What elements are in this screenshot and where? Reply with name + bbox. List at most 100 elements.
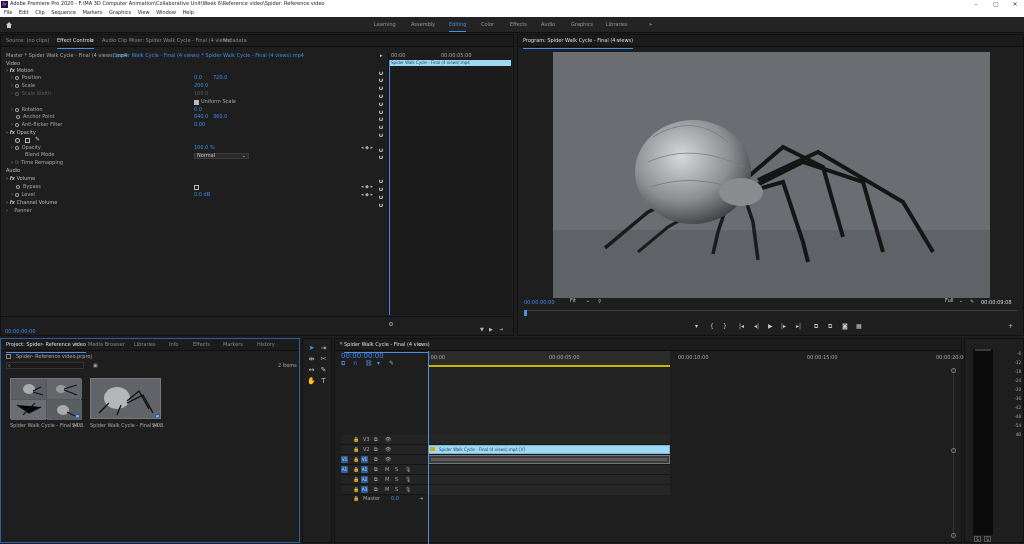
solo-right-button[interactable]: S (984, 536, 991, 542)
stopwatch-icon[interactable] (16, 115, 20, 119)
scroll-handle-icon[interactable] (951, 368, 956, 373)
hand-tool-icon[interactable]: ✋ (307, 377, 316, 386)
panel-menu-icon[interactable]: ≡ (90, 38, 94, 44)
solo-button[interactable]: S (395, 477, 398, 483)
step-forward-icon[interactable]: |▸ (781, 323, 786, 330)
sync-lock-icon[interactable]: ⧉ (374, 457, 378, 463)
workspace-libraries[interactable]: Libraries (606, 22, 628, 28)
lift-icon[interactable]: ⧉ (814, 323, 818, 331)
reset-icon[interactable] (379, 133, 383, 137)
reset-icon[interactable] (379, 203, 383, 207)
slip-tool-icon[interactable]: ↔ (307, 366, 316, 375)
tab-media-browser[interactable]: Media Browser (88, 342, 125, 348)
workspace-learning[interactable]: Learning (374, 22, 396, 28)
wrench-icon[interactable]: ✎ (970, 299, 974, 305)
source-patch-a1[interactable]: A1 (341, 466, 348, 473)
rotation-value[interactable]: 0.0 (194, 107, 202, 114)
menu-clip[interactable]: Clip (35, 10, 44, 16)
mark-out-icon[interactable]: } (723, 323, 727, 330)
keyframe-nav-icon[interactable]: ◂ ◆ ▸ (361, 192, 373, 198)
video-clip-v1[interactable]: Spider Walk Cycle - Final (4 views).mp4 … (428, 445, 670, 454)
menu-sequence[interactable]: Sequence (51, 10, 76, 16)
sync-lock-icon[interactable]: ⧉ (374, 487, 378, 493)
reset-icon[interactable] (379, 102, 383, 106)
tab-effects[interactable]: Effects (193, 342, 210, 348)
master-value[interactable]: 0.0 (391, 496, 399, 502)
tab-source[interactable]: Source: (no clips) (6, 38, 49, 44)
lock-icon[interactable]: 🔒 (353, 496, 359, 502)
zoom-select[interactable]: Fit ⌄ (568, 299, 592, 305)
project-item-thumbnail[interactable]: ▤ (90, 378, 161, 419)
menu-edit[interactable]: Edit (19, 10, 29, 16)
stopwatch-icon[interactable] (14, 146, 19, 150)
timeline-playhead[interactable] (428, 351, 429, 544)
nest-icon[interactable]: ⧉ (341, 360, 345, 368)
filter-icon[interactable]: ▼ (480, 327, 484, 333)
snap-icon[interactable]: ∩ (353, 360, 357, 367)
work-area-bar[interactable] (428, 365, 670, 367)
program-timecode[interactable]: 00:00:00:00 (524, 300, 555, 306)
settings-wrench-icon[interactable]: ⚲ (598, 299, 602, 305)
quality-select[interactable]: Full ⌄ (943, 299, 965, 305)
track-label[interactable]: V1 (361, 456, 368, 463)
solo-button[interactable]: S (395, 487, 398, 493)
opacity-value[interactable]: 100.0 % (194, 145, 215, 152)
lock-icon[interactable]: 🔒 (353, 477, 359, 483)
play-icon[interactable]: ▶ (768, 323, 773, 330)
go-to-in-icon[interactable]: |◂ (739, 323, 744, 330)
close-icon[interactable]: ✕ (339, 341, 343, 347)
time-remap-row[interactable]: › fx Time Remapping (11, 160, 63, 167)
step-back-icon[interactable]: ◂| (754, 323, 759, 330)
volume-effect[interactable]: › fx Volume (6, 176, 35, 183)
program-scrub-bar[interactable] (524, 310, 1018, 316)
flicker-value[interactable]: 0.00 (194, 122, 205, 129)
blend-mode-select[interactable]: Normal ⌄ (194, 153, 249, 159)
new-bin-icon[interactable]: ▣ (93, 363, 98, 369)
stopwatch-icon[interactable] (14, 123, 19, 127)
selection-tool-icon[interactable]: ➤ (307, 344, 316, 353)
pen-tool-icon[interactable]: ✎ (319, 366, 328, 375)
lock-icon[interactable]: 🔒 (353, 487, 359, 493)
play-clip-icon[interactable]: ▸ (380, 53, 383, 59)
program-playhead[interactable] (524, 310, 527, 316)
reset-icon[interactable] (379, 71, 383, 75)
workspace-assembly[interactable]: Assembly (411, 22, 435, 28)
tab-history[interactable]: History (257, 342, 275, 348)
workspace-audio[interactable]: Audio (541, 22, 555, 28)
play-audio-icon[interactable]: ▶ (489, 327, 493, 333)
workspace-color[interactable]: Color (481, 22, 494, 28)
reset-icon[interactable] (379, 94, 383, 98)
reset-icon[interactable] (379, 78, 383, 82)
vertical-scrollbar[interactable] (951, 368, 956, 538)
bypass-checkbox[interactable] (194, 185, 199, 190)
track-label[interactable]: A2 (361, 476, 368, 483)
track-select-tool-icon[interactable]: ⇥ (319, 344, 328, 353)
keyframe-nav-icon[interactable]: ◂ ◆ ▸ (361, 184, 373, 190)
menu-help[interactable]: Help (183, 10, 194, 16)
extract-icon[interactable]: ⧉ (828, 323, 832, 331)
reset-icon[interactable] (379, 117, 383, 121)
type-tool-icon[interactable]: T (319, 377, 328, 386)
workspace-more-icon[interactable]: » (649, 22, 652, 28)
mic-icon[interactable]: 🎙 (405, 467, 411, 473)
mini-clip[interactable]: Spider Walk Cycle - Final (4 views).mp4 (389, 60, 511, 66)
mini-playhead[interactable] (389, 60, 390, 315)
lock-icon[interactable]: 🔒 (353, 437, 359, 443)
position-x-value[interactable]: 0.0 (194, 75, 202, 82)
source-patch-v1[interactable]: V1 (341, 456, 348, 463)
export-icon[interactable]: ⇥ (499, 327, 503, 333)
timeline-timecode[interactable]: 00:00:00:00 (341, 352, 384, 360)
scroll-handle-icon[interactable] (951, 448, 956, 453)
go-to-out-icon[interactable]: ▸| (796, 323, 801, 330)
ellipse-mask-icon[interactable] (15, 138, 20, 143)
stopwatch-icon[interactable] (14, 84, 19, 88)
position-y-value[interactable]: 720.0 (213, 75, 227, 82)
pen-mask-icon[interactable]: ✎ (35, 136, 40, 143)
home-icon[interactable] (5, 21, 13, 29)
menu-markers[interactable]: Markers (83, 10, 103, 16)
stopwatch-icon[interactable] (14, 193, 19, 197)
stopwatch-icon[interactable] (16, 185, 20, 189)
wrench-icon[interactable]: ✎ (389, 360, 394, 367)
ripple-edit-tool-icon[interactable]: ⇹ (307, 355, 316, 364)
uniform-scale-checkbox[interactable] (194, 100, 199, 105)
